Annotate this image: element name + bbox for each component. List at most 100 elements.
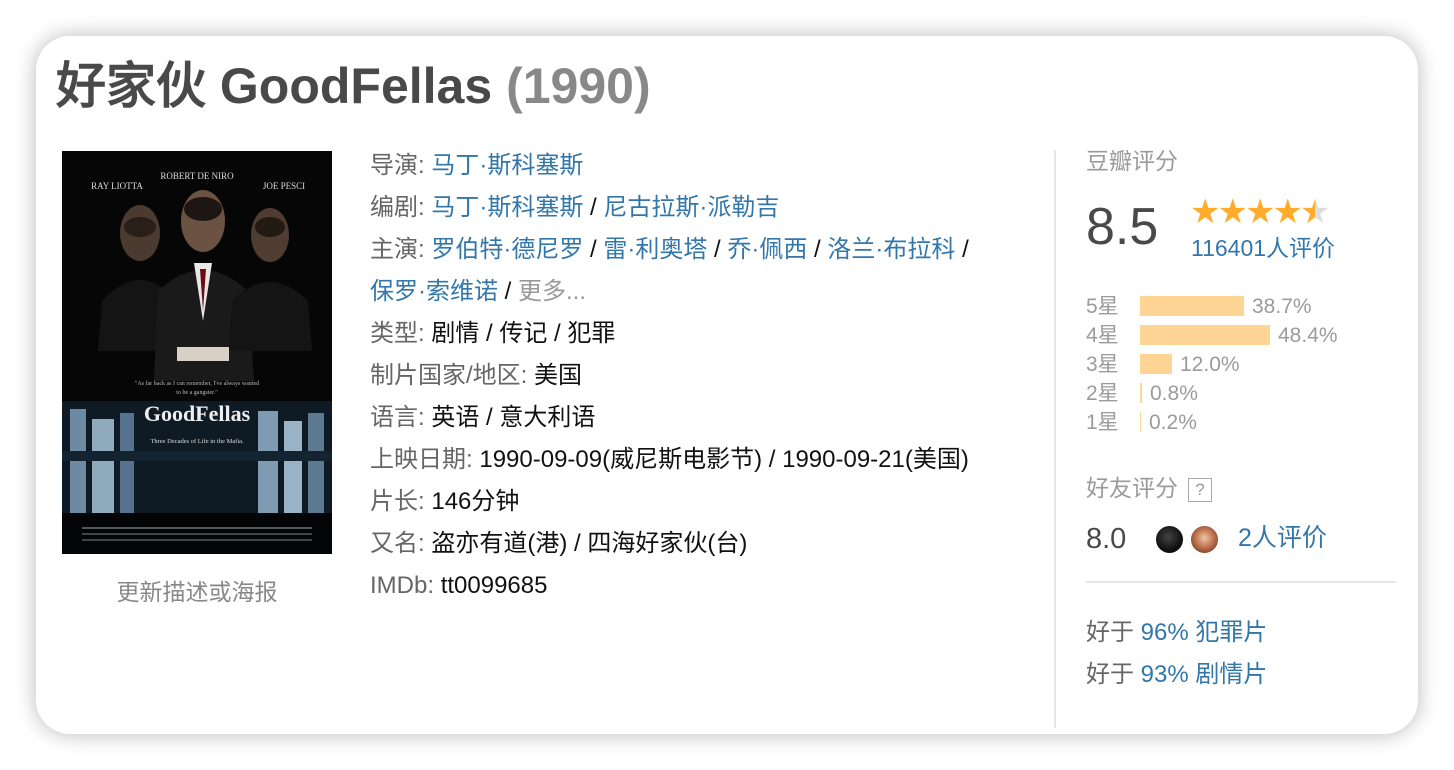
aka-label: 又名: bbox=[370, 530, 425, 557]
director-link[interactable]: 马丁·斯科塞斯 bbox=[431, 152, 583, 179]
director-row: 导演: 马丁·斯科塞斯 bbox=[370, 145, 1040, 187]
separator: / bbox=[504, 278, 519, 305]
rating-bar-row: 2星 0.8% bbox=[1086, 377, 1396, 406]
rating-bar-row: 4星 48.4% bbox=[1086, 319, 1396, 348]
genre-value: 剧情 / 传记 / 犯罪 bbox=[431, 320, 616, 347]
imdb-label: IMDb: bbox=[370, 572, 435, 599]
star-icon: ★ bbox=[1217, 193, 1248, 231]
runtime-label: 片长: bbox=[370, 488, 425, 515]
star-icon: ★ bbox=[1190, 193, 1221, 231]
movie-poster[interactable]: RAY LIOTTA ROBERT DE NIRO JOE PESCI "As … bbox=[62, 151, 332, 554]
better-than-row: 好于 93% 剧情片 bbox=[1086, 659, 1267, 691]
imdb-row: IMDb: tt0099685 bbox=[370, 565, 1040, 607]
rating-count-link[interactable]: 116401人评价 bbox=[1191, 233, 1335, 263]
rating-stars: ★★★★★★ bbox=[1190, 193, 1331, 231]
writer-link-1[interactable]: 马丁·斯科塞斯 bbox=[431, 194, 583, 221]
aka-row: 又名: 盗亦有道(港) / 四海好家伙(台) bbox=[370, 523, 1040, 565]
half-star-icon: ★★ bbox=[1299, 193, 1331, 231]
writer-label: 编剧: bbox=[370, 194, 425, 221]
avatar[interactable] bbox=[1189, 524, 1220, 555]
movie-year: (1990) bbox=[506, 58, 651, 114]
separator: / bbox=[962, 236, 969, 263]
runtime-row: 片长: 146分钟 bbox=[370, 481, 1040, 523]
better-than-prefix: 好于 bbox=[1086, 619, 1134, 646]
friend-rating-label: 好友评分? bbox=[1086, 472, 1212, 504]
rating-bar-row: 5星 38.7% bbox=[1086, 290, 1396, 319]
star-icon: ★ bbox=[1244, 193, 1276, 231]
rating-bar bbox=[1140, 325, 1270, 345]
help-icon[interactable]: ? bbox=[1188, 478, 1212, 502]
cast-link-3[interactable]: 乔·佩西 bbox=[727, 236, 807, 263]
rating-bar-percent: 12.0% bbox=[1180, 353, 1240, 376]
aka-value: 盗亦有道(港) / 四海好家伙(台) bbox=[431, 530, 748, 557]
rating-bar-percent: 0.2% bbox=[1149, 411, 1197, 434]
cast-link-1[interactable]: 罗伯特·德尼罗 bbox=[431, 236, 583, 263]
divider bbox=[1086, 581, 1396, 583]
better-than-link[interactable]: 93% 剧情片 bbox=[1141, 661, 1268, 688]
imdb-value: tt0099685 bbox=[440, 572, 548, 599]
rating-bar-label: 5星 bbox=[1086, 295, 1119, 318]
genre-label: 类型: bbox=[370, 320, 425, 347]
friend-count-link[interactable]: 2人评价 bbox=[1238, 521, 1327, 555]
cast-row: 主演: 罗伯特·德尼罗 / 雷·利奥塔 / 乔·佩西 / 洛兰·布拉科 / bbox=[370, 229, 1040, 271]
language-row: 语言: 英语 / 意大利语 bbox=[370, 397, 1040, 439]
release-row: 上映日期: 1990-09-09(威尼斯电影节) / 1990-09-21(美国… bbox=[370, 439, 1040, 481]
page-title: 好家伙 GoodFellas (1990) bbox=[56, 56, 651, 116]
rating-bar-row: 1星 0.2% bbox=[1086, 406, 1396, 435]
movie-name: 好家伙 GoodFellas bbox=[56, 58, 493, 114]
director-label: 导演: bbox=[370, 152, 425, 179]
rating-distribution: 5星 38.7% 4星 48.4% 3星 12.0% 2星 0.8% 1星 0.… bbox=[1086, 290, 1396, 435]
rating-bar-percent: 0.8% bbox=[1150, 382, 1198, 405]
rating-bar bbox=[1140, 354, 1172, 374]
release-value: 1990-09-09(威尼斯电影节) / 1990-09-21(美国) bbox=[479, 446, 969, 473]
separator: / bbox=[590, 236, 604, 263]
rating-bar-label: 1星 bbox=[1086, 411, 1119, 434]
rating-bar bbox=[1140, 296, 1244, 316]
separator: / bbox=[714, 236, 728, 263]
writer-link-2[interactable]: 尼古拉斯·派勒吉 bbox=[603, 194, 779, 221]
rating-label: 豆瓣评分 bbox=[1086, 148, 1178, 174]
movie-info: 导演: 马丁·斯科塞斯 编剧: 马丁·斯科塞斯 / 尼古拉斯·派勒吉 主演: 罗… bbox=[370, 145, 1040, 607]
rating-bar-label: 2星 bbox=[1086, 382, 1119, 405]
rating-bar-row: 3星 12.0% bbox=[1086, 348, 1396, 377]
rating-bar-label: 3星 bbox=[1086, 353, 1119, 376]
poster-tagline: Three Decades of Life in the Mafia. bbox=[150, 438, 244, 445]
avatar[interactable] bbox=[1154, 524, 1185, 555]
writer-row: 编剧: 马丁·斯科塞斯 / 尼古拉斯·派勒吉 bbox=[370, 187, 1040, 229]
separator: / bbox=[814, 236, 828, 263]
more-cast-link[interactable]: 更多... bbox=[518, 278, 586, 305]
separator: / bbox=[590, 194, 604, 221]
poster-cast-1: RAY LIOTTA bbox=[91, 181, 143, 191]
update-poster-link[interactable]: 更新描述或海报 bbox=[62, 576, 332, 608]
poster-image: RAY LIOTTA ROBERT DE NIRO JOE PESCI "As … bbox=[62, 151, 332, 554]
poster-quote: "As far back as I can remember, I've alw… bbox=[135, 380, 259, 387]
better-than-prefix: 好于 bbox=[1086, 661, 1134, 688]
rating-panel: 豆瓣评分 8.5 ★★★★★★ 116401人评价 5星 38.7% 4星 48… bbox=[1086, 145, 1396, 688]
poster-cast-2: ROBERT DE NIRO bbox=[160, 171, 234, 181]
rating-bar-percent: 38.7% bbox=[1252, 295, 1312, 318]
friend-score: 8.0 bbox=[1086, 523, 1127, 555]
friend-rating-label-text: 好友评分 bbox=[1086, 475, 1178, 501]
cast-row-cont: 保罗·索维诺 / 更多... bbox=[370, 271, 1040, 313]
rating-bar-percent: 48.4% bbox=[1278, 324, 1338, 347]
rating-score: 8.5 bbox=[1086, 198, 1159, 256]
rating-bar-label: 4星 bbox=[1086, 324, 1119, 347]
cast-link-5[interactable]: 保罗·索维诺 bbox=[370, 278, 498, 305]
language-value: 英语 / 意大利语 bbox=[431, 404, 596, 431]
poster-quote-2: to be a gangster." bbox=[176, 390, 218, 396]
better-than-row: 好于 96% 犯罪片 bbox=[1086, 617, 1267, 649]
column-divider bbox=[1054, 150, 1056, 728]
runtime-value: 146分钟 bbox=[431, 488, 520, 515]
cast-link-4[interactable]: 洛兰·布拉科 bbox=[827, 236, 955, 263]
rating-bar bbox=[1140, 383, 1142, 403]
better-than-link[interactable]: 96% 犯罪片 bbox=[1141, 619, 1268, 646]
rating-bar bbox=[1140, 412, 1141, 432]
poster-cast-3: JOE PESCI bbox=[263, 181, 305, 191]
poster-logo: GoodFellas bbox=[144, 401, 251, 426]
release-label: 上映日期: bbox=[370, 446, 473, 473]
genre-row: 类型: 剧情 / 传记 / 犯罪 bbox=[370, 313, 1040, 355]
country-row: 制片国家/地区: 美国 bbox=[370, 355, 1040, 397]
cast-label: 主演: bbox=[370, 236, 425, 263]
country-value: 美国 bbox=[534, 362, 583, 389]
cast-link-2[interactable]: 雷·利奥塔 bbox=[603, 236, 707, 263]
